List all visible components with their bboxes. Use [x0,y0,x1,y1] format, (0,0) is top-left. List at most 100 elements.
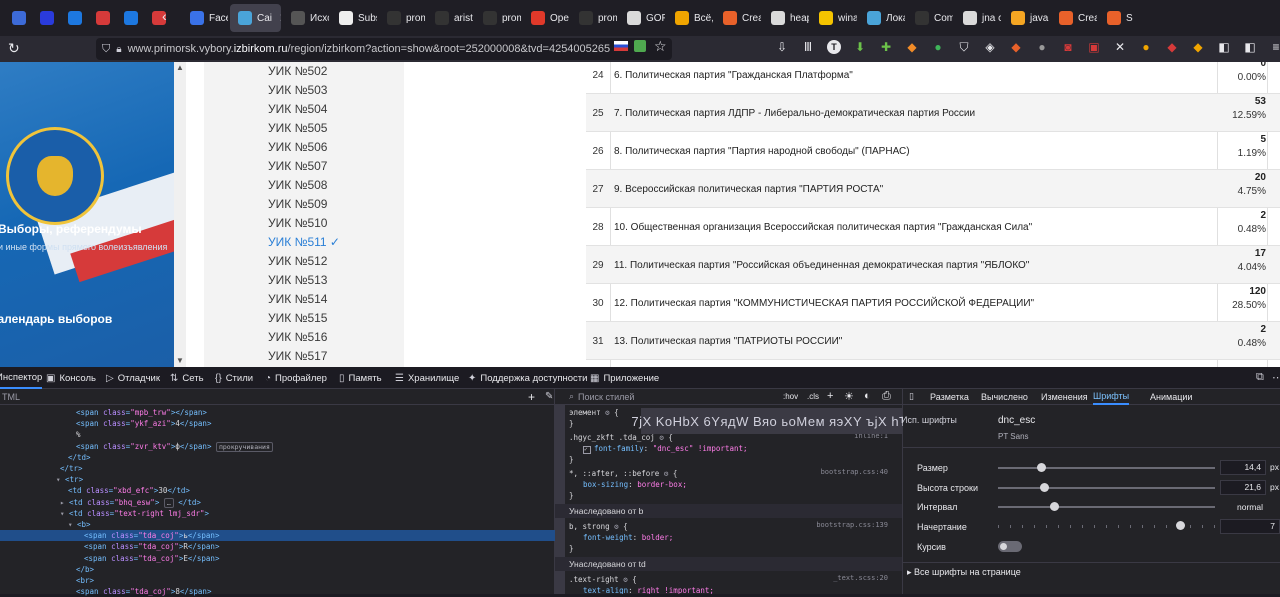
markup-line[interactable]: % [0,429,81,440]
weight-slider-knob[interactable] [1176,521,1186,530]
devtools-tab-9[interactable]: ✦ Поддержка доступности [468,367,587,389]
tree-scrollbar[interactable]: ▲ ▼ [174,62,186,367]
browser-tab[interactable]: Faceb [182,0,228,36]
uik-item[interactable]: УИК №510 [268,216,327,230]
uik-item[interactable]: УИК №508 [268,178,327,192]
devtools-tab-3[interactable]: ▷ Отладчик [106,367,160,389]
browser-tab[interactable]: promo [571,0,617,36]
uik-item[interactable]: УИК №506 [268,140,327,154]
browser-tab[interactable]: aristo [427,0,473,36]
devtools-tab-7[interactable]: ▯ Память [339,367,382,389]
uik-item[interactable]: УИК №505 [268,121,327,135]
ghostery-icon[interactable]: ◈ [983,40,997,54]
markup-line[interactable]: ▾ <b> [0,519,91,530]
rule-source[interactable]: bootstrap.css:40 [821,468,888,476]
sidebar-toggle-icon[interactable]: ▯ [909,391,914,402]
pocket2-icon[interactable]: ◆ [1165,40,1179,54]
browser-tab[interactable]: promo [475,0,521,36]
uik-item[interactable]: УИК №511 ✓ [268,235,340,249]
size-input[interactable]: 14,4 [1220,460,1266,475]
devtools-tab-6[interactable]: ◔ Профайлер [265,367,327,389]
markup-line[interactable]: </tr> [0,463,83,474]
browser-tab[interactable]: Creati [1051,0,1097,36]
puzzle-icon[interactable]: ✚ [879,40,893,54]
devtools-tab-2[interactable]: ▣ Консоль [46,367,96,389]
browser-tab[interactable]: winap [811,0,857,36]
property-checkbox[interactable]: ✓ [583,446,591,454]
browser-tab[interactable]: Cai ✕ [230,4,281,32]
t-icon[interactable]: T [827,40,841,54]
devtools-tab-1[interactable]: Инспектор [0,367,43,389]
uik-item[interactable]: УИК №517 [268,349,327,363]
browser-tab[interactable]: java - [1003,0,1049,36]
markup-line[interactable]: ▸ <td class="bhq_esw"> … </td> [0,497,201,508]
browser-tab[interactable]: S [1099,0,1145,36]
uik-item[interactable]: УИК №512 [268,254,327,268]
markup-line[interactable]: ▾ <td class="text-right lmj_sdr"> [0,508,209,519]
dock-icon[interactable]: ⧉ [1256,371,1264,384]
sidebar-tab-4[interactable]: Шрифты [1093,389,1130,405]
down-green-icon[interactable]: ⬇ [853,40,867,54]
html-search[interactable]: TML [0,389,555,405]
markup-line[interactable]: <span class="tda_coj">E</span> [0,553,219,564]
uik-item[interactable]: УИК №502 [268,64,327,78]
browser-tab[interactable]: Локал [859,0,905,36]
menu-icon[interactable]: ≡ [1269,40,1280,54]
markup-line[interactable]: <span class="tda_coj">R</span> [0,541,219,552]
sidebar-tab-1[interactable]: Разметка [930,389,969,405]
spacing-slider[interactable] [998,502,1215,511]
line-height-unit[interactable]: px [1270,482,1279,492]
rule-source[interactable]: bootstrap.css:139 [816,521,888,529]
markup-line[interactable]: <span class="ykf_azi">4</span> [0,418,211,429]
italic-toggle[interactable] [998,541,1022,552]
pocket-icon[interactable]: ◆ [905,40,919,54]
size-slider[interactable] [998,463,1215,472]
line-height-slider-knob[interactable] [1039,483,1049,492]
hov-button[interactable]: :hov [783,392,798,401]
size-slider-knob[interactable] [1037,463,1047,472]
wrench-icon[interactable]: ✕ [1113,40,1127,54]
markup-line[interactable]: <br> [0,575,94,586]
markup-line[interactable]: <span class="tda_coj">8</span> [0,586,211,597]
uik-item[interactable]: УИК №515 [268,311,327,325]
reload-icon[interactable]: ↻ [8,40,20,57]
uik-item[interactable]: УИК №513 [268,273,327,287]
lion-icon[interactable]: ◆ [1191,40,1205,54]
browser-tab[interactable]: Subsc [331,0,377,36]
devtools-tab-4[interactable]: ⇅ Сеть [170,367,204,389]
line-height-input[interactable]: 21,6 [1220,480,1266,495]
add-rule-icon[interactable]: + [827,390,833,402]
browser-tab[interactable]: Creati [715,0,761,36]
spacing-slider-knob[interactable] [1050,502,1060,511]
sidebar-tab-3[interactable]: Изменения [1041,389,1088,405]
size-unit[interactable]: px [1270,462,1279,472]
browser-tab[interactable]: promo [379,0,425,36]
browser-tab[interactable]: heapa [763,0,809,36]
coin-icon[interactable]: ● [1139,40,1153,54]
dark-theme-icon[interactable]: ◐ [864,390,871,402]
markup-line[interactable]: <span class="mpb_trw"></span> [0,407,207,418]
browser-tab[interactable]: GOPA [619,0,665,36]
uik-item[interactable]: УИК №503 [268,83,327,97]
devtools-tab-5[interactable]: {} Стили [215,367,253,389]
uik-item[interactable]: УИК №509 [268,197,327,211]
cls-button[interactable]: .cls [807,392,819,401]
url-bar[interactable]: ⛉ 🔒︎ www.primorsk.vybory.izbirkom.ru/reg… [96,38,672,60]
spacing-value[interactable]: normal [1237,502,1263,512]
uik-item[interactable]: УИК №504 [268,102,327,116]
browser-tab[interactable] [4,0,30,36]
browser-tab[interactable] [32,0,58,36]
browser-tab[interactable]: jna co [955,0,1001,36]
uik-item[interactable]: УИК №507 [268,159,327,173]
sidebar-tab-5[interactable]: Анимации [1150,389,1192,405]
print-icon[interactable]: ⎙ [882,390,891,403]
uik-item[interactable]: УИК №516 [268,330,327,344]
shield-icon[interactable]: ⛉ [102,43,110,56]
browser-tab[interactable] [60,0,86,36]
line-height-slider[interactable] [998,483,1215,492]
chat-icon[interactable]: ◧ [1243,40,1257,54]
sidebar-tab-2[interactable]: Вычислено [981,389,1028,405]
uik-item[interactable]: УИК №514 [268,292,327,306]
browser-tab[interactable]: Openi [523,0,569,36]
weight-input[interactable]: 7 [1220,519,1280,534]
